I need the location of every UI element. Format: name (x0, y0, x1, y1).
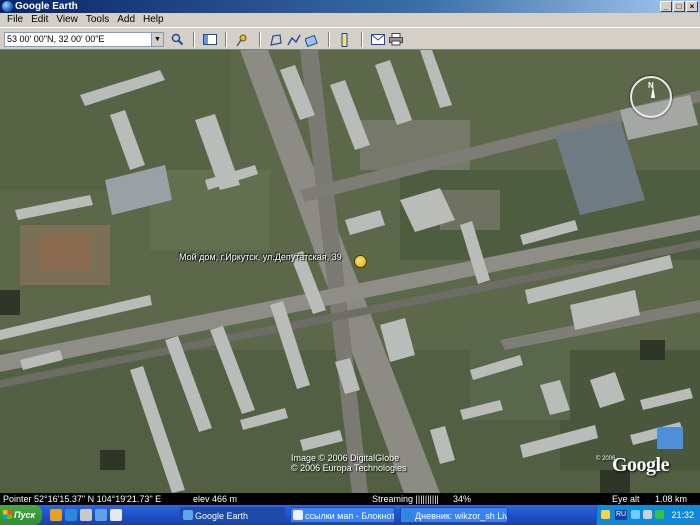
ruler-button[interactable] (336, 31, 354, 48)
menu-file[interactable]: File (3, 13, 27, 27)
windows-taskbar: Пуск Google Earth ссылки мап - Блокнот Д… (0, 505, 700, 525)
search-fly-button[interactable] (168, 31, 186, 48)
search-input-value: 53 00' 00"N, 32 00' 00"E (7, 34, 105, 44)
toolbar: 53 00' 00"N, 32 00' 00"E ▼ (0, 27, 700, 50)
taskbar-clock[interactable]: 21:32 (671, 505, 694, 525)
overlay-icon (305, 34, 318, 47)
compass-needle-icon (651, 86, 655, 98)
copyright-line-2: © 2006 Europa Technologies (291, 463, 407, 473)
notepad-task-icon (293, 510, 303, 520)
quicklaunch-app-icon[interactable] (95, 509, 107, 521)
placemark-icon[interactable] (354, 255, 367, 268)
task-label: Дневник: wikzor_sh LiveI... (415, 511, 507, 521)
pushpin-icon (236, 34, 247, 46)
menu-add[interactable]: Add (113, 13, 139, 27)
polygon-icon (270, 33, 282, 46)
menu-edit[interactable]: Edit (27, 13, 52, 27)
quicklaunch-explorer-icon[interactable] (50, 509, 62, 521)
status-bar: Pointer 52°16'15.37" N 104°19'21.73" E e… (0, 493, 700, 505)
streaming-percent: 34% (453, 494, 472, 504)
task-label: Google Earth (195, 511, 249, 521)
quicklaunch-media-icon[interactable] (110, 509, 122, 521)
minimize-button[interactable]: _ (660, 1, 672, 12)
streaming-indicator: Streaming |||||||||| (372, 494, 439, 504)
maximize-button[interactable]: □ (673, 1, 685, 12)
menu-help[interactable]: Help (139, 13, 168, 27)
quicklaunch-ie-icon[interactable] (65, 509, 77, 521)
language-indicator[interactable]: RU (615, 510, 627, 520)
google-earth-window: Google Earth _ □ × File Edit View Tools … (0, 0, 700, 525)
windows-flag-icon (3, 510, 12, 519)
close-button[interactable]: × (686, 1, 698, 12)
task-google-earth[interactable]: Google Earth (180, 507, 285, 523)
print-button[interactable] (387, 31, 405, 48)
satellite-imagery (0, 50, 700, 493)
tray-security-icon[interactable] (655, 510, 664, 519)
add-placemark-button[interactable] (233, 31, 251, 48)
quicklaunch-desktop-icon[interactable] (80, 509, 92, 521)
image-overlay-button[interactable] (303, 31, 321, 48)
google-earth-task-icon (183, 510, 193, 520)
add-path-button[interactable] (285, 31, 303, 48)
pointer-coordinates: Pointer 52°16'15.37" N 104°19'21.73" E (3, 494, 162, 504)
eye-alt-label: Eye alt (612, 494, 640, 504)
start-button[interactable]: Пуск (0, 505, 42, 525)
menu-tools[interactable]: Tools (82, 13, 113, 27)
add-polygon-button[interactable] (267, 31, 285, 48)
eye-alt-value: 1.08 km (655, 494, 688, 504)
ruler-icon (341, 32, 348, 47)
magnifier-icon (171, 33, 183, 46)
google-earth-icon (2, 1, 13, 12)
menu-view[interactable]: View (52, 13, 82, 27)
path-icon (287, 34, 301, 45)
google-logo: Google (612, 454, 670, 476)
tray-app-icon[interactable] (601, 510, 610, 519)
elevation-readout: elev 466 m (193, 494, 238, 504)
tray-network-icon[interactable] (631, 510, 640, 519)
title-bar[interactable]: Google Earth _ □ × (0, 0, 700, 13)
printer-icon (389, 33, 403, 46)
satellite-map-view[interactable]: Мой дом, г.Иркутск, ул.Депутатская, 39 N… (0, 50, 700, 493)
copyright-line-1: Image © 2006 DigitalGlobe (291, 453, 400, 463)
menu-bar: File Edit View Tools Add Help (0, 13, 700, 27)
compass-navigation[interactable]: N (630, 76, 672, 118)
start-label: Пуск (14, 510, 36, 520)
browser-task-icon (403, 510, 413, 520)
task-notepad[interactable]: ссылки мап - Блокнот (290, 507, 395, 523)
system-tray: RU 21:32 (596, 505, 700, 525)
sidebar-icon (203, 34, 217, 45)
mail-icon (371, 34, 385, 45)
task-label: ссылки мап - Блокнот (305, 511, 395, 521)
tray-volume-icon[interactable] (643, 510, 652, 519)
sidebar-toggle-button[interactable] (201, 31, 219, 48)
task-browser[interactable]: Дневник: wikzor_sh LiveI... (400, 507, 508, 523)
email-button[interactable] (369, 31, 387, 48)
placemark-label[interactable]: Мой дом, г.Иркутск, ул.Депутатская, 39 (179, 252, 342, 262)
search-dropdown-button[interactable]: ▼ (151, 33, 163, 46)
window-title: Google Earth (15, 1, 78, 12)
imagery-copyright: Image © 2006 DigitalGlobe © 2006 Europa … (291, 453, 407, 473)
search-input[interactable]: 53 00' 00"N, 32 00' 00"E ▼ (4, 32, 164, 47)
